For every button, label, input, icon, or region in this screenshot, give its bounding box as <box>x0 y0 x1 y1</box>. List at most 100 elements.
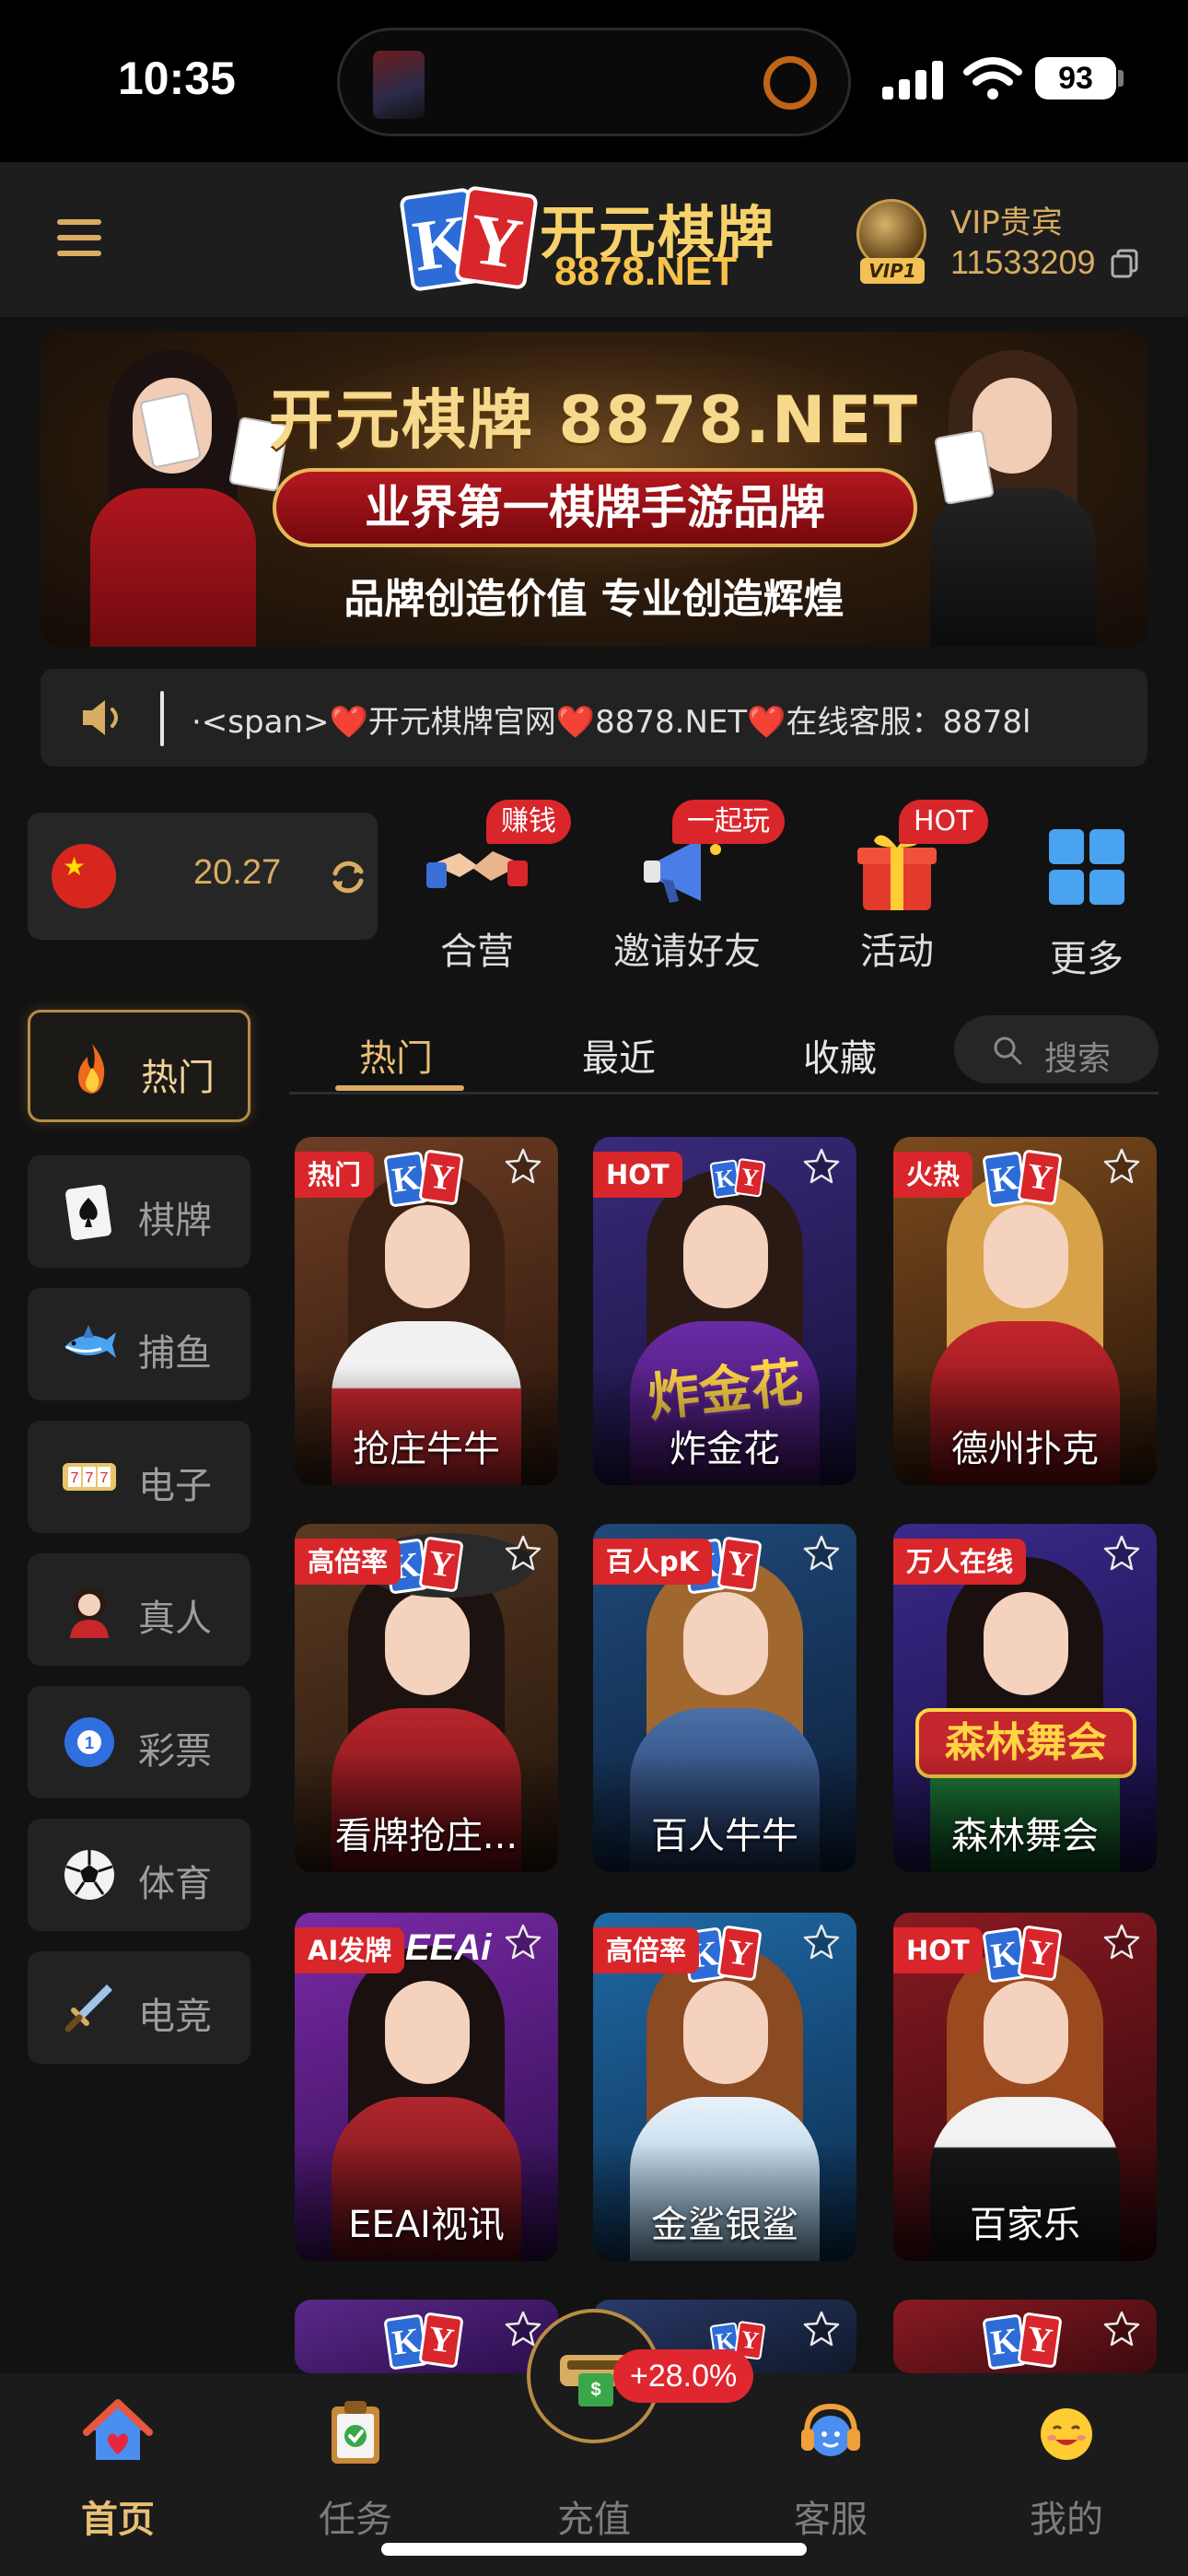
svg-text:7: 7 <box>71 1470 79 1486</box>
sword-icon <box>64 1985 112 2032</box>
spade-card-icon <box>65 1184 111 1240</box>
nav-tasks[interactable]: 任务 <box>263 2386 448 2552</box>
favorite-star-icon[interactable] <box>503 1922 543 1962</box>
nav-support[interactable]: 客服 <box>739 2386 923 2552</box>
favorite-star-icon[interactable] <box>801 1146 842 1187</box>
category-label: 热门 <box>141 1057 215 1099</box>
announcement-marquee[interactable]: ·<span>❤️开元棋牌官网❤️8878.NET❤️在线客服：8878l <box>41 669 1147 767</box>
game-name: 金鲨银鲨 <box>651 2204 798 2246</box>
game-tag: 百人pK <box>593 1539 713 1585</box>
nav-profile[interactable]: 我的 <box>974 2386 1159 2552</box>
status-time: 10:35 <box>118 53 236 104</box>
category-label: 电子 <box>138 1465 212 1507</box>
game-tag: HOT <box>893 1927 983 1973</box>
invite-badge: 一起玩 <box>672 800 785 844</box>
game-card[interactable]: KY <box>295 2300 558 2373</box>
game-art-text: EEAi <box>405 1927 492 1968</box>
category-hot[interactable]: 热门 <box>28 1010 250 1122</box>
game-tag: 热门 <box>295 1152 375 1198</box>
banner-title: 开元棋牌 8878.NET <box>269 382 919 458</box>
category-sports[interactable]: 体育 <box>28 1819 250 1931</box>
svg-text:7: 7 <box>100 1470 109 1486</box>
tab-hot[interactable]: 热门 <box>359 1028 433 1082</box>
balance-card[interactable]: ★ 20.27 <box>28 813 378 940</box>
game-card-bairen-niuniu[interactable]: KY 百人pK 百人牛牛 <box>593 1524 856 1872</box>
invite-label: 邀请好友 <box>613 931 761 973</box>
menu-icon[interactable] <box>57 219 101 256</box>
game-name: 看牌抢庄... <box>334 1815 518 1857</box>
refresh-icon[interactable] <box>328 857 368 897</box>
ky-logo-icon: KY <box>709 1157 767 1200</box>
copy-icon[interactable] <box>1111 249 1138 278</box>
game-card-baccarat[interactable]: KY HOT 百家乐 <box>893 1913 1157 2261</box>
category-label: 真人 <box>138 1598 212 1640</box>
home-icon <box>83 2399 153 2460</box>
search-input[interactable]: 搜索 <box>954 1015 1159 1083</box>
more-label: 更多 <box>1050 938 1124 980</box>
headset-icon <box>801 2403 860 2456</box>
clipboard-icon <box>332 2401 379 2464</box>
vip-level: VIP贵宾 <box>950 205 1063 241</box>
game-card-zhajinhua[interactable]: 炸金花 KY HOT 炸金花 <box>593 1137 856 1485</box>
favorite-star-icon[interactable] <box>503 1146 543 1187</box>
category-lottery[interactable]: 1 彩票 <box>28 1686 250 1798</box>
tab-recent[interactable]: 最近 <box>582 1028 656 1082</box>
nav-label: 我的 <box>1030 2499 1103 2541</box>
nav-label: 充值 <box>557 2499 631 2541</box>
game-card-eeai-live[interactable]: EEAi AI发牌 EEAI视讯 <box>295 1913 558 2261</box>
favorite-star-icon[interactable] <box>1101 2309 1142 2349</box>
game-card-kanpai-qiangzhuang[interactable]: KY 高倍率 看牌抢庄... <box>295 1524 558 1872</box>
quick-action-invite[interactable]: 一起玩 邀请好友 <box>595 800 785 984</box>
quick-action-partner[interactable]: 赚钱 合营 <box>385 800 571 984</box>
china-flag-icon: ★ <box>52 844 116 908</box>
favorite-star-icon[interactable] <box>801 1533 842 1574</box>
game-card-qiangzhuang-niuniu[interactable]: KY 热门 抢庄牛牛 <box>295 1137 558 1485</box>
favorite-star-icon[interactable] <box>1101 1533 1142 1574</box>
nav-home[interactable]: 首页 <box>26 2386 210 2552</box>
ky-logo-icon: KY <box>383 1149 466 1208</box>
vip-avatar[interactable]: VIP1 <box>856 199 926 286</box>
category-label: 电竞 <box>138 1996 212 2038</box>
dealer-icon <box>70 1587 109 1638</box>
favorite-star-icon[interactable] <box>1101 1146 1142 1187</box>
now-playing-thumbnail <box>373 51 425 119</box>
game-tag: 高倍率 <box>295 1539 402 1585</box>
game-card[interactable]: KY <box>893 2300 1157 2373</box>
game-card-forest-party[interactable]: 森林舞会 万人在线 森林舞会 <box>893 1524 1157 1872</box>
search-icon <box>994 1036 1022 1065</box>
slot-machine-icon: 7 7 7 <box>63 1463 116 1491</box>
quick-action-events[interactable]: HOT 活动 <box>805 800 989 984</box>
shark-icon <box>64 1325 116 1358</box>
vip-badge: VIP1 <box>860 258 925 284</box>
brand-logo[interactable]: K Y 开元棋牌 8878.NET <box>399 182 786 299</box>
soccer-ball-icon <box>64 1850 114 1900</box>
game-tag: HOT <box>593 1152 682 1198</box>
promo-banner[interactable]: 开元棋牌 8878.NET 业界第一棋牌手游品牌 品牌创造价值 专业创造辉煌 <box>41 332 1147 647</box>
category-live[interactable]: 真人 <box>28 1553 250 1666</box>
category-slots[interactable]: 7 7 7 电子 <box>28 1421 250 1533</box>
game-name: 德州扑克 <box>951 1428 1099 1470</box>
partner-label: 合营 <box>440 931 514 973</box>
home-indicator <box>381 2543 807 2556</box>
banner-subtitle: 品牌创造价值 专业创造辉煌 <box>344 576 844 623</box>
partner-badge: 赚钱 <box>486 800 571 844</box>
ky-logo-icon: KY <box>383 2312 466 2371</box>
category-fishing[interactable]: 捕鱼 <box>28 1288 250 1400</box>
grid-icon <box>1049 829 1124 905</box>
game-card-gold-silver-shark[interactable]: KY 高倍率 金鲨银鲨 <box>593 1913 856 2261</box>
favorite-star-icon[interactable] <box>503 1533 543 1574</box>
category-cards[interactable]: 棋牌 <box>28 1155 250 1268</box>
quick-action-more[interactable]: 更多 <box>995 800 1179 984</box>
ky-logo-icon: KY <box>982 1149 1065 1208</box>
favorite-star-icon[interactable] <box>801 1922 842 1962</box>
favorite-star-icon[interactable] <box>1101 1922 1142 1962</box>
nav-label: 首页 <box>81 2499 155 2541</box>
app-header: K Y 开元棋牌 8878.NET VIP1 VIP贵宾 11533209 <box>0 162 1188 317</box>
category-esports[interactable]: 电竞 <box>28 1951 250 2064</box>
favorite-star-icon[interactable] <box>801 2309 842 2349</box>
category-label: 体育 <box>138 1863 212 1905</box>
logo-url: 8878.NET <box>554 249 738 294</box>
game-card-texas-holdem[interactable]: KY 火热 德州扑克 <box>893 1137 1157 1485</box>
tab-favorites[interactable]: 收藏 <box>803 1028 877 1082</box>
game-tabs: 热门 最近 收藏 搜索 <box>289 1006 1159 1095</box>
